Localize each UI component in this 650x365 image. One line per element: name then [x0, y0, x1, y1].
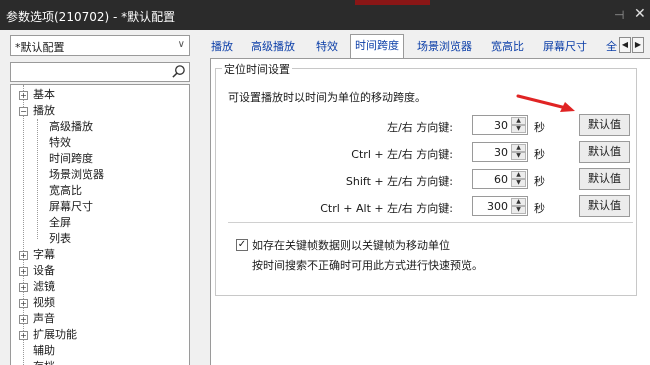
seek-time-group: 定位时间设置 可设置播放时以时间为单位的移动跨度。 左/右 方向键: 30 ▲ ▼…	[215, 61, 637, 296]
tree-item-label: 存档	[33, 359, 55, 365]
stepper-down-icon[interactable]: ▼	[511, 125, 526, 133]
stepper-down-icon[interactable]: ▼	[511, 206, 526, 214]
unit-label: 秒	[534, 202, 545, 215]
tab-scene-browser[interactable]: 场景浏览器	[417, 36, 472, 58]
tab-fullscreen[interactable]: 全	[606, 36, 617, 58]
collapse-icon[interactable]: −	[19, 107, 28, 116]
seek-ctrl-alt-stepper[interactable]: 300 ▲ ▼	[472, 196, 528, 216]
tree-item-label: 声音	[33, 312, 55, 325]
expand-icon[interactable]: +	[19, 283, 28, 292]
tree-item-time-span[interactable]: 时间跨度	[49, 151, 93, 167]
tab-scroll-left-icon[interactable]: ◀	[619, 37, 631, 53]
tree-item-label: 设备	[33, 264, 55, 277]
stepper-value: 300	[487, 200, 508, 213]
tree-item-effects[interactable]: 特效	[49, 135, 71, 151]
unit-label: 秒	[534, 148, 545, 161]
row-label-ctrl-alt: Ctrl + Alt + 左/右 方向键:	[320, 202, 453, 215]
stepper-up-icon[interactable]: ▲	[511, 144, 526, 152]
expand-icon[interactable]: +	[19, 299, 28, 308]
stepper-up-icon[interactable]: ▲	[511, 198, 526, 206]
tree-item-scene-browser[interactable]: 场景浏览器	[49, 167, 104, 183]
title-bar-accent	[355, 0, 430, 5]
expand-icon[interactable]: +	[19, 331, 28, 340]
stepper-value: 60	[494, 173, 508, 186]
tree-item-label: 滤镜	[33, 280, 55, 293]
expand-icon[interactable]: +	[19, 91, 28, 100]
window-title: 参数选项(210702) - *默认配置	[6, 10, 176, 24]
stepper-down-icon[interactable]: ▼	[511, 152, 526, 160]
unit-label: 秒	[534, 121, 545, 134]
title-bar: 参数选项(210702) - *默认配置 ⊣ ✕	[0, 0, 650, 30]
tree-item-label: 字幕	[33, 248, 55, 261]
settings-tree: + 基本 − 播放 高级播放 特效 时间跨度 场景浏览器 宽高比 屏幕尺寸 全屏…	[10, 84, 190, 365]
settings-panel: 定位时间设置 可设置播放时以时间为单位的移动跨度。 左/右 方向键: 30 ▲ ▼…	[210, 58, 650, 365]
divider	[228, 222, 633, 223]
tab-playback[interactable]: 播放	[211, 36, 233, 58]
row-label-ctrl: Ctrl + 左/右 方向键:	[351, 148, 453, 161]
tree-item-label: 扩展功能	[33, 328, 77, 341]
tab-aspect-ratio[interactable]: 宽高比	[491, 36, 524, 58]
tree-item-screen-size[interactable]: 屏幕尺寸	[49, 199, 93, 215]
default-button-arrow[interactable]: 默认值	[579, 114, 630, 136]
unit-label: 秒	[534, 175, 545, 188]
tree-guide-line	[37, 119, 38, 239]
tree-item-aspect-ratio[interactable]: 宽高比	[49, 183, 82, 199]
group-title: 定位时间设置	[222, 61, 292, 77]
profile-dropdown[interactable]: *默认配置 ∨	[10, 35, 190, 56]
keyframe-note: 按时间搜索不正确时可用此方式进行快速预览。	[252, 259, 483, 272]
tree-item-playlist[interactable]: 列表	[49, 231, 71, 247]
tab-advanced-playback[interactable]: 高级播放	[251, 36, 295, 58]
default-button-ctrl-alt[interactable]: 默认值	[579, 195, 630, 217]
stepper-up-icon[interactable]: ▲	[511, 171, 526, 179]
tree-item-label: 播放	[33, 104, 55, 117]
seek-shift-stepper[interactable]: 60 ▲ ▼	[472, 169, 528, 189]
search-icon[interactable]	[171, 64, 186, 79]
tree-item-label: 辅助	[33, 344, 55, 357]
tree-item-advanced-playback[interactable]: 高级播放	[49, 119, 93, 135]
seek-arrow-stepper[interactable]: 30 ▲ ▼	[472, 115, 528, 135]
expand-icon[interactable]: +	[19, 315, 28, 324]
chevron-down-icon: ∨	[177, 39, 185, 50]
tree-item-label: 基本	[33, 88, 55, 101]
expand-icon[interactable]: +	[19, 267, 28, 276]
tab-screen-size[interactable]: 屏幕尺寸	[543, 36, 587, 58]
pin-icon[interactable]: ⊣	[614, 8, 624, 22]
seek-ctrl-stepper[interactable]: 30 ▲ ▼	[472, 142, 528, 162]
tab-time-span[interactable]: 时间跨度	[350, 34, 404, 58]
tab-bar: 播放 高级播放 特效 时间跨度 场景浏览器 宽高比 屏幕尺寸 全 ◀ ▶	[205, 33, 650, 58]
tree-item-label: 视频	[33, 296, 55, 309]
profile-dropdown-value: *默认配置	[15, 41, 65, 54]
stepper-value: 30	[494, 119, 508, 132]
row-label-shift: Shift + 左/右 方向键:	[345, 175, 453, 188]
tree-item-fullscreen[interactable]: 全屏	[49, 215, 71, 231]
close-icon[interactable]: ✕	[634, 6, 646, 22]
group-description: 可设置播放时以时间为单位的移动跨度。	[228, 91, 426, 104]
stepper-up-icon[interactable]: ▲	[511, 117, 526, 125]
default-button-ctrl[interactable]: 默认值	[579, 141, 630, 163]
keyframe-checkbox[interactable]: ✓	[236, 239, 248, 251]
stepper-down-icon[interactable]: ▼	[511, 179, 526, 187]
row-label-arrow: 左/右 方向键:	[387, 121, 453, 134]
tab-scroll-right-icon[interactable]: ▶	[632, 37, 644, 53]
keyframe-checkbox-label[interactable]: 如存在关键帧数据则以关键帧为移动单位	[252, 237, 450, 253]
stepper-value: 30	[494, 146, 508, 159]
search-input[interactable]	[10, 62, 190, 82]
expand-icon[interactable]: +	[19, 251, 28, 260]
tab-effects[interactable]: 特效	[316, 36, 338, 58]
default-button-shift[interactable]: 默认值	[579, 168, 630, 190]
